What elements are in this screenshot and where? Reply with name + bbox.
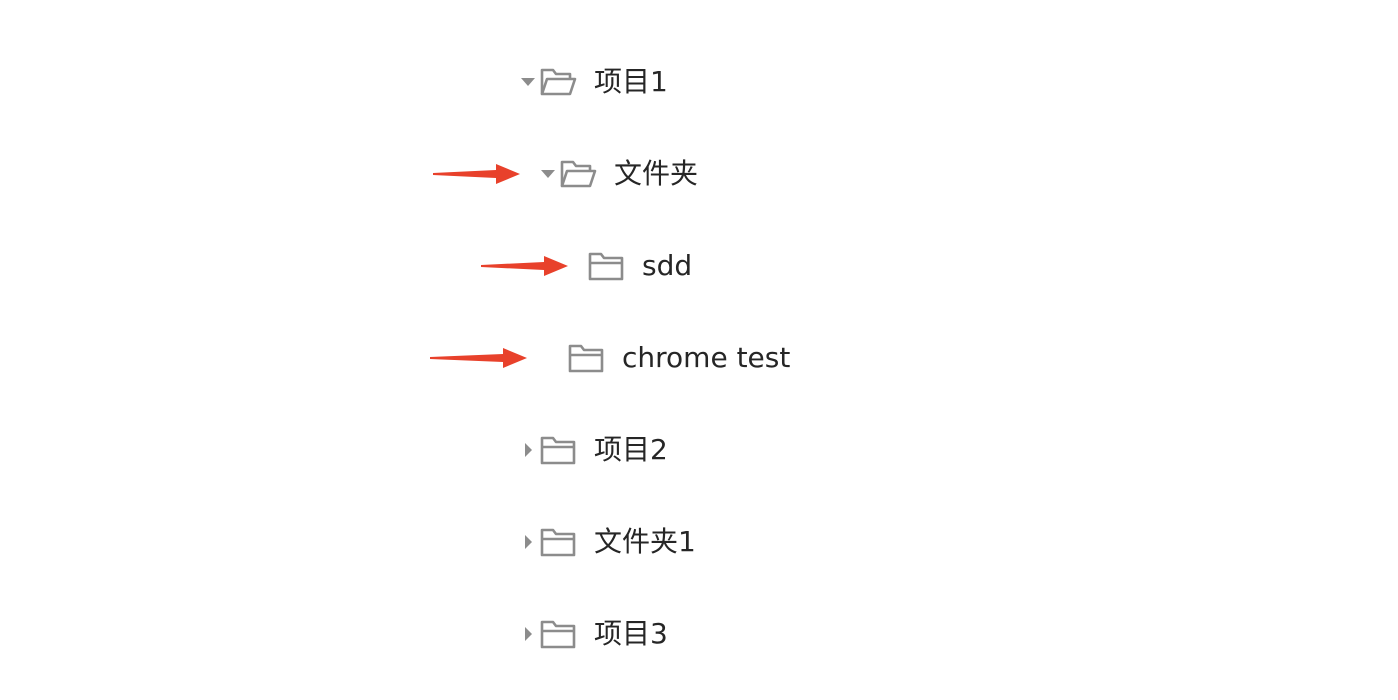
tree-row: chrome test — [0, 312, 1398, 404]
tree-row: 项目3 — [0, 588, 1398, 680]
caret-down-icon[interactable] — [538, 164, 558, 184]
folder-icon — [586, 249, 626, 283]
tree-node-label: 项目3 — [594, 617, 668, 650]
tree-node-chrome-test[interactable]: chrome test — [546, 312, 790, 404]
folder-open-icon — [558, 157, 598, 191]
caret-right-icon[interactable] — [518, 440, 538, 460]
tree-row: 文件夹1 — [0, 496, 1398, 588]
caret-right-icon[interactable] — [518, 532, 538, 552]
tree-row: sdd — [0, 220, 1398, 312]
tree-node-project-1[interactable]: 项目1 — [518, 36, 668, 128]
tree-node-label: chrome test — [622, 341, 791, 374]
tree-node-label: 项目2 — [594, 433, 668, 466]
red-arrow-icon — [429, 312, 529, 404]
caret-down-icon[interactable] — [518, 72, 538, 92]
tree-node-label: 文件夹1 — [594, 525, 696, 558]
folder-open-icon — [538, 65, 578, 99]
folder-icon — [538, 617, 578, 651]
tree-node-sdd[interactable]: sdd — [566, 220, 692, 312]
red-arrow-icon — [480, 220, 570, 312]
tree-node-label: 文件夹 — [614, 157, 699, 190]
caret-right-icon[interactable] — [518, 624, 538, 644]
tree-row: 项目2 — [0, 404, 1398, 496]
tree-node-folder-1[interactable]: 文件夹1 — [518, 496, 696, 588]
tree-node-project-3[interactable]: 项目3 — [518, 588, 668, 680]
folder-icon — [538, 525, 578, 559]
tree-node-label: sdd — [642, 249, 693, 282]
red-arrow-icon — [432, 128, 522, 220]
tree-node-label: 项目1 — [594, 65, 668, 98]
tree-row: 项目1 — [0, 36, 1398, 128]
tree-node-folder[interactable]: 文件夹 — [538, 128, 698, 220]
folder-tree: 项目1 文件夹 sdd chrome test 项目2 文件夹1 项目3 — [0, 36, 1398, 680]
folder-icon — [538, 433, 578, 467]
folder-icon — [566, 341, 606, 375]
tree-node-project-2[interactable]: 项目2 — [518, 404, 668, 496]
tree-row: 文件夹 — [0, 128, 1398, 220]
